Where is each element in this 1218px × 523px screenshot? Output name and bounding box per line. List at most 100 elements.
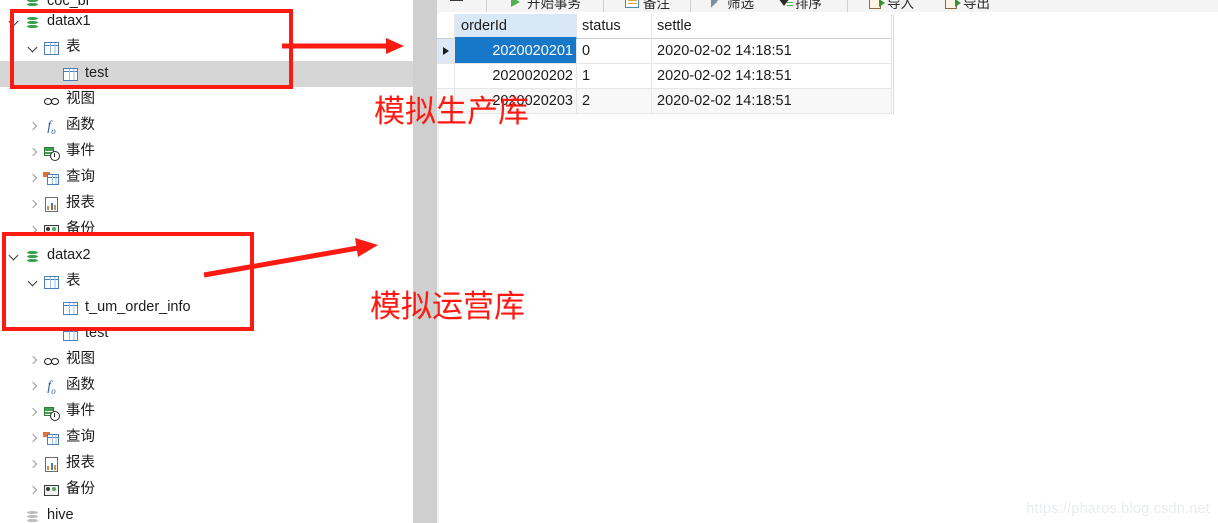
tree-item-datax2[interactable]: datax2 bbox=[0, 243, 413, 269]
tree-item-label: 备份 bbox=[66, 481, 95, 498]
toolbar-button-import[interactable]: 导入 bbox=[869, 0, 914, 12]
cell-orderId[interactable]: 2020020201 bbox=[455, 39, 577, 64]
grid-header-row: orderId status settle bbox=[437, 14, 893, 39]
tree-item-label: coc_bi bbox=[47, 0, 89, 9]
app-window: coc_bi datax1 表 test 视图 fo 函数 事件 查询 报表 备份 datax2 表 t_… bbox=[0, 0, 1218, 523]
chevron-right-icon[interactable] bbox=[27, 224, 40, 237]
tree-item-事件[interactable]: 事件 bbox=[0, 399, 413, 425]
tree-item-视图[interactable]: 视图 bbox=[0, 87, 413, 113]
function-icon: fo bbox=[47, 378, 56, 396]
tree-item-函数[interactable]: fo 函数 bbox=[0, 113, 413, 139]
toolbar-label-import: 导入 bbox=[887, 0, 914, 11]
chevron-right-icon[interactable] bbox=[27, 406, 40, 419]
import-icon bbox=[869, 0, 885, 10]
toolbar-button-begin-transaction[interactable]: 开始事务 bbox=[509, 0, 581, 12]
table-group-icon bbox=[43, 40, 60, 57]
chevron-down-icon[interactable] bbox=[27, 276, 40, 289]
tree-item-label: 表 bbox=[66, 273, 81, 290]
chevron-right-icon[interactable] bbox=[27, 484, 40, 497]
note-icon bbox=[625, 0, 640, 10]
cell-settle[interactable]: 2020-02-02 14:18:51 bbox=[652, 39, 892, 64]
cell-status[interactable]: 2 bbox=[577, 89, 652, 114]
chevron-right-icon[interactable] bbox=[27, 458, 40, 471]
cell-status[interactable]: 1 bbox=[577, 64, 652, 89]
tree-item-label: 函数 bbox=[66, 117, 95, 134]
tree-item-备份[interactable]: 备份 bbox=[0, 217, 413, 243]
tree-item-label: datax2 bbox=[47, 247, 91, 264]
tree-item-函数[interactable]: fo 函数 bbox=[0, 373, 413, 399]
cell-status[interactable]: 0 bbox=[577, 39, 652, 64]
chevron-down-icon[interactable] bbox=[27, 42, 40, 55]
tree-item-label: test bbox=[85, 325, 109, 342]
chevron-right-icon[interactable] bbox=[27, 172, 40, 185]
toolbar-separator bbox=[603, 0, 604, 12]
tree-item-表[interactable]: 表 bbox=[0, 35, 413, 61]
table-row[interactable]: 2020020201 0 2020-02-02 14:18:51 bbox=[437, 39, 893, 64]
tree-item-报表[interactable]: 报表 bbox=[0, 191, 413, 217]
tree-item-label: 报表 bbox=[66, 195, 95, 212]
tree-item-表[interactable]: 表 bbox=[0, 269, 413, 295]
grid-column-header-status[interactable]: status bbox=[577, 14, 652, 39]
tree-item-事件[interactable]: 事件 bbox=[0, 139, 413, 165]
tree-item-test[interactable]: test bbox=[0, 61, 413, 87]
tree-item-hive[interactable]: hive bbox=[0, 503, 413, 523]
grid-toolbar[interactable]: 开始事务 备注 筛选 排序 导入 导出 bbox=[437, 0, 1218, 12]
row-indicator bbox=[437, 39, 455, 64]
tree-item-t_um_order_info[interactable]: t_um_order_info bbox=[0, 295, 413, 321]
cell-settle[interactable]: 2020-02-02 14:18:51 bbox=[652, 89, 892, 114]
chevron-right-icon[interactable] bbox=[27, 146, 40, 159]
grid-column-header-orderId[interactable]: orderId bbox=[455, 14, 577, 39]
chevron-right-icon[interactable] bbox=[27, 354, 40, 367]
backup-icon bbox=[43, 222, 60, 239]
tree-item-label: 函数 bbox=[66, 377, 95, 394]
tree-item-label: 报表 bbox=[66, 455, 95, 472]
object-tree[interactable]: coc_bi datax1 表 test 视图 fo 函数 事件 查询 报表 备份 datax2 表 t_… bbox=[0, 0, 413, 523]
watermark: https://pharos.blog.csdn.net bbox=[1026, 501, 1210, 517]
chevron-right-icon[interactable] bbox=[27, 380, 40, 393]
sort-down-icon bbox=[777, 0, 792, 10]
tree-item-查询[interactable]: 查询 bbox=[0, 165, 413, 191]
tree-item-label: datax1 bbox=[47, 13, 91, 30]
tree-item-test[interactable]: test bbox=[0, 321, 413, 347]
tree-item-备份[interactable]: 备份 bbox=[0, 477, 413, 503]
toolbar-separator bbox=[847, 0, 848, 12]
annotation-label-production: 模拟生产库 bbox=[374, 94, 529, 130]
tree-item-label: 视图 bbox=[66, 91, 95, 108]
filter-icon bbox=[709, 0, 724, 10]
toolbar-button-export[interactable]: 导出 bbox=[945, 0, 990, 12]
tree-item-label: 视图 bbox=[66, 351, 95, 368]
object-tree-pane[interactable]: coc_bi datax1 表 test 视图 fo 函数 事件 查询 报表 备份 datax2 表 t_… bbox=[0, 0, 413, 523]
tree-item-datax1[interactable]: datax1 bbox=[0, 9, 413, 35]
toolbar-label-sort: 排序 bbox=[795, 0, 822, 11]
report-icon bbox=[43, 456, 60, 473]
grid-column-header-settle[interactable]: settle bbox=[652, 14, 892, 39]
tree-item-label: 事件 bbox=[66, 143, 95, 160]
tree-item-coc_bi[interactable]: coc_bi bbox=[0, 0, 413, 9]
table-icon bbox=[62, 66, 79, 83]
table-icon bbox=[62, 300, 79, 317]
event-icon bbox=[43, 144, 60, 161]
toolbar-button-collapse[interactable] bbox=[449, 0, 467, 7]
tree-item-视图[interactable]: 视图 bbox=[0, 347, 413, 373]
tree-item-报表[interactable]: 报表 bbox=[0, 451, 413, 477]
cell-settle[interactable]: 2020-02-02 14:18:51 bbox=[652, 64, 892, 89]
chevron-down-icon[interactable] bbox=[8, 16, 21, 29]
chevron-right-icon[interactable] bbox=[27, 198, 40, 211]
chevron-right-icon[interactable] bbox=[27, 120, 40, 133]
toolbar-label-begin-transaction: 开始事务 bbox=[527, 0, 581, 11]
tree-vertical-scrollbar[interactable] bbox=[413, 0, 437, 523]
table-icon bbox=[62, 326, 79, 343]
annotation-label-operations: 模拟运营库 bbox=[370, 289, 525, 325]
tree-item-label: test bbox=[85, 65, 109, 82]
chevron-down-icon[interactable] bbox=[8, 250, 21, 263]
toolbar-button-filter[interactable]: 筛选 bbox=[709, 0, 754, 12]
toolbar-button-sort[interactable]: 排序 bbox=[777, 0, 822, 12]
chevron-right-icon[interactable] bbox=[27, 432, 40, 445]
tree-item-查询[interactable]: 查询 bbox=[0, 425, 413, 451]
toolbar-separator bbox=[690, 0, 691, 12]
toolbar-button-note[interactable]: 备注 bbox=[625, 0, 670, 12]
